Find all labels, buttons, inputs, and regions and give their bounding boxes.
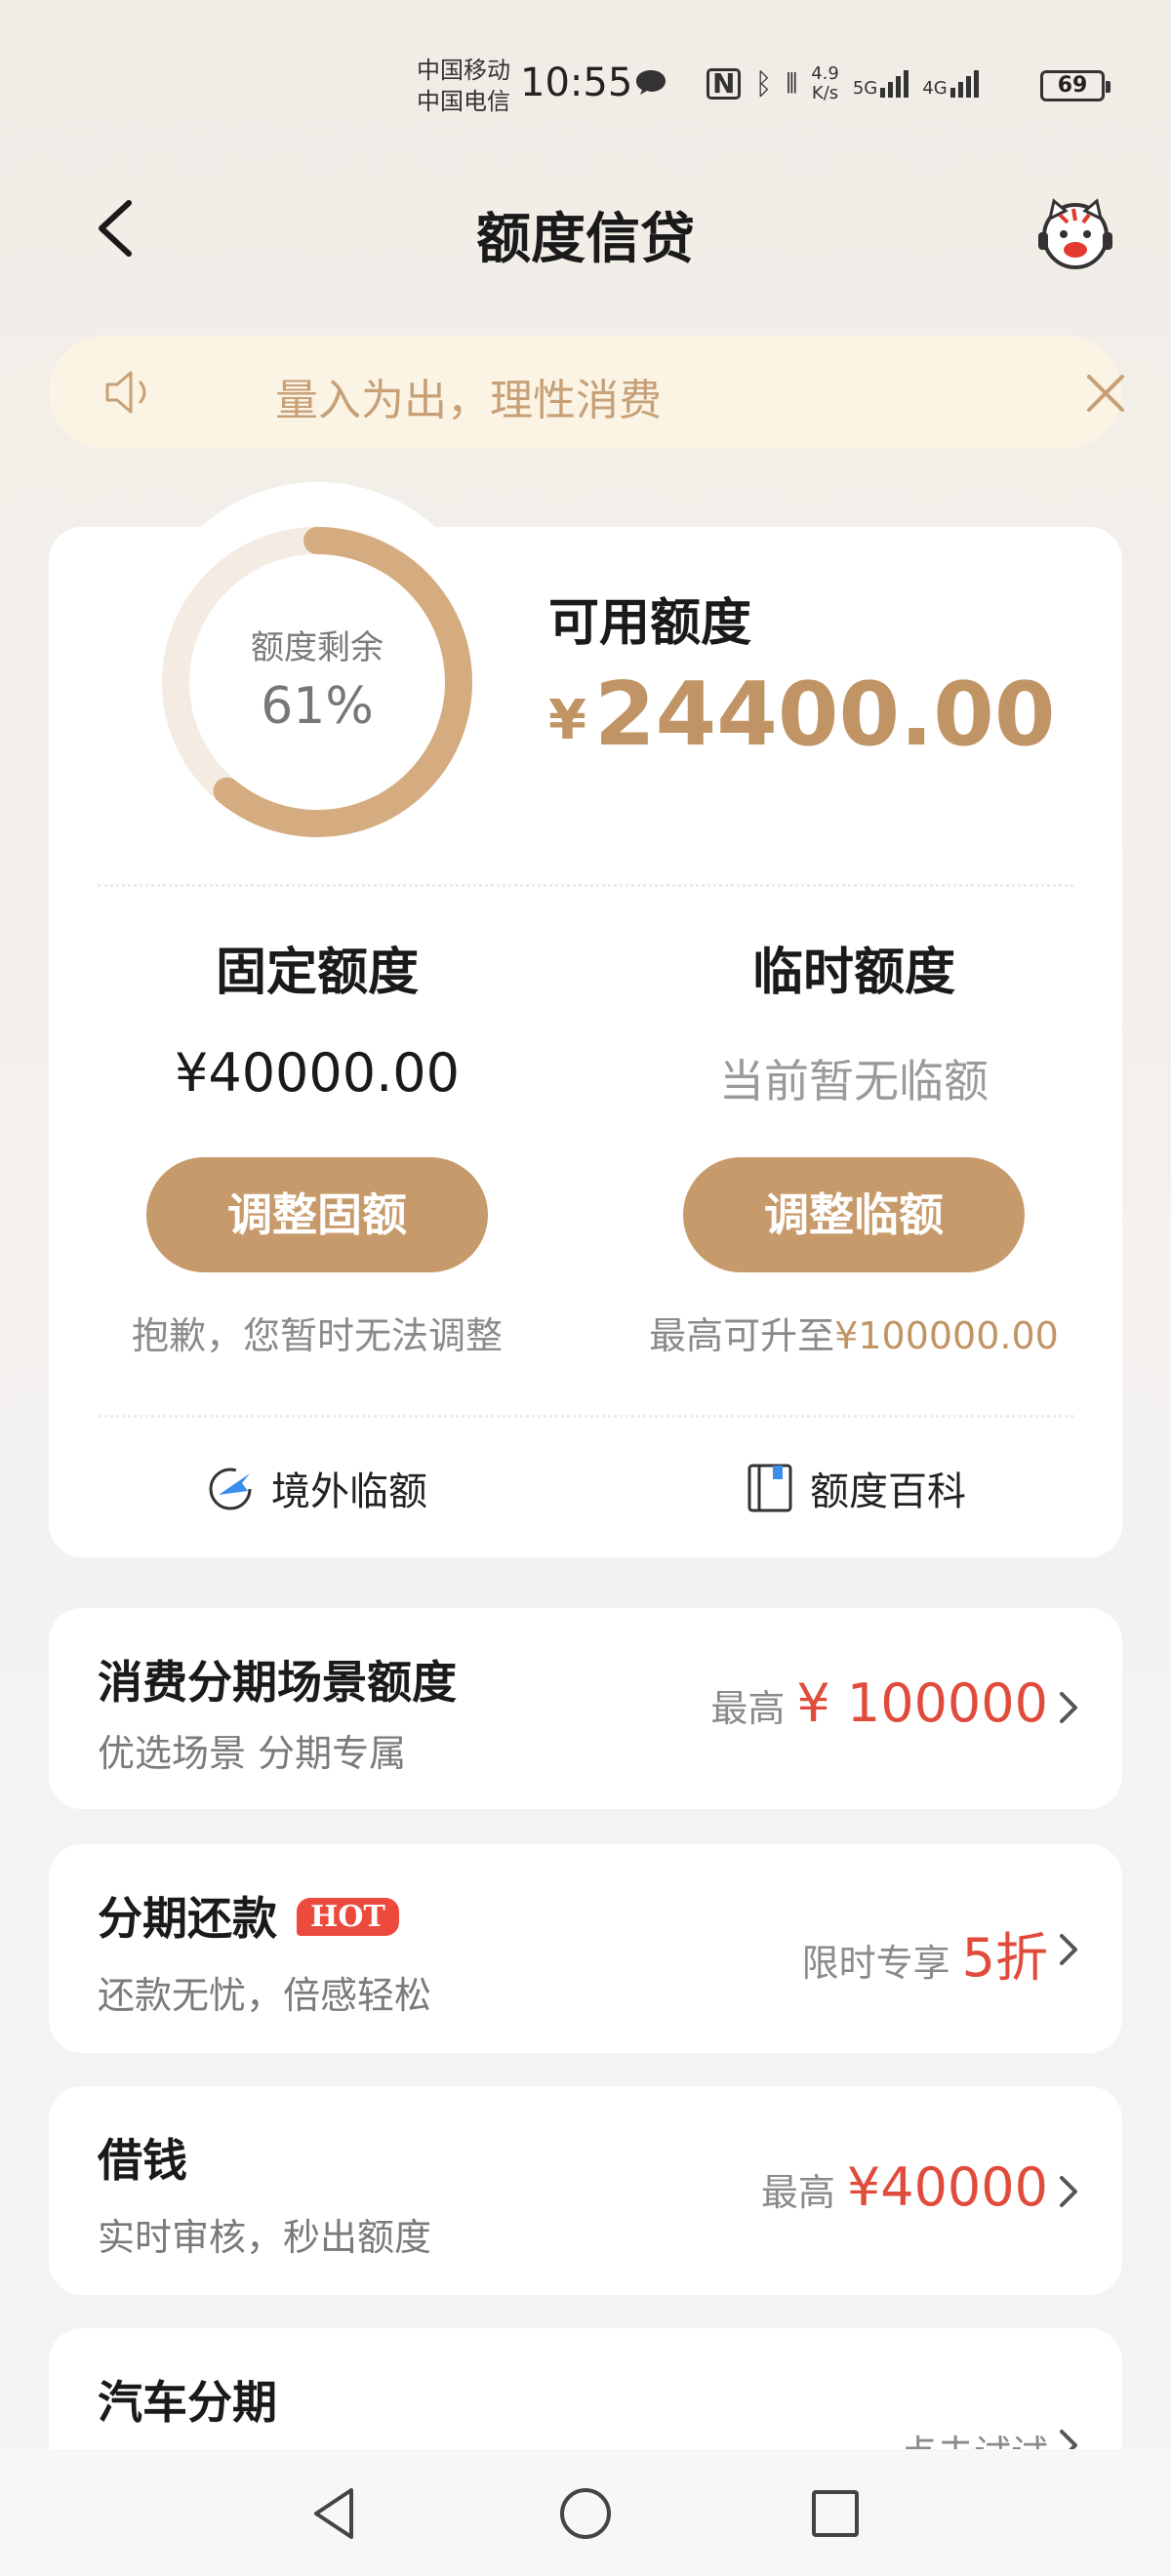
ring-percent: 61% <box>261 677 374 736</box>
app-header: 额度信贷 <box>0 176 1171 283</box>
temp-limit-note-prefix: 最高可升至 <box>649 1314 835 1357</box>
currency-symbol: ¥ <box>548 689 586 752</box>
borrow-money-card[interactable]: 借钱 实时审核，秒出额度 最高 ¥40000 <box>49 2086 1122 2295</box>
carrier-2: 中国电信 <box>417 88 510 115</box>
message-icon <box>636 70 666 95</box>
signal-5g-icon: 5G <box>853 70 909 98</box>
item-right-value: 最高 ¥ 100000 <box>710 1672 1048 1734</box>
chevron-right-icon <box>1060 2176 1077 2207</box>
temp-limit-title-text: 临时额度 <box>751 944 955 1002</box>
fixed-limit-note: 抱歉，您暂时无法调整 <box>102 1306 532 1359</box>
item-prefix: 限时专享 <box>801 1942 950 1985</box>
system-icons: N ᛒ ⫴ 4.9 K/s 5G 4G <box>707 62 979 105</box>
temp-limit-amount-text: 当前暂无临额 <box>719 1055 989 1107</box>
item-subtitle: 优选场景 分期专属 <box>98 1732 407 1775</box>
signal-4g-icon: 4G <box>922 70 979 98</box>
nav-home-icon[interactable] <box>554 2482 617 2545</box>
status-bar: 中国移动 中国电信 10:55 N ᛒ ⫴ 4.9 K/s 5G 4G 69 <box>0 0 1171 146</box>
page-title: 额度信贷 <box>476 208 695 271</box>
customer-service-mascot-icon[interactable] <box>1034 193 1116 275</box>
available-credit-value: 24400.00 <box>593 664 1056 766</box>
available-credit-label: 可用额度 <box>548 594 752 653</box>
item-title: 汽车分期 <box>98 2376 277 2429</box>
notice-bar: 量入为出，理性消费 <box>49 336 1124 449</box>
net-speed: 4.9 K/s <box>811 63 839 103</box>
overseas-temp-limit-label: 境外临额 <box>271 1469 427 1514</box>
close-icon[interactable] <box>1081 369 1130 418</box>
item-title: 分期还款 <box>98 1892 277 1945</box>
nav-recents-icon[interactable] <box>804 2482 867 2545</box>
item-prefix: 最高 <box>760 2171 835 2214</box>
fixed-limit-title: 固定额度 <box>102 931 532 1004</box>
book-icon <box>747 1464 792 1512</box>
speaker-icon <box>105 371 146 414</box>
installment-repayment-card[interactable]: 分期还款 HOT 还款无忧，倍感轻松 限时专享 5折 <box>49 1844 1122 2053</box>
chevron-right-icon <box>1060 1934 1077 1965</box>
fixed-limit-amount-text: ¥40000.00 <box>174 1042 461 1104</box>
item-right-value: 最高 ¥40000 <box>761 2156 1048 2218</box>
temp-limit-title: 临时额度 <box>639 931 1069 1004</box>
notice-text: 量入为出，理性消费 <box>275 376 662 425</box>
item-title-row: 分期还款 HOT <box>98 1883 399 1948</box>
plane-globe-icon <box>209 1468 252 1510</box>
nfc-icon: N <box>707 68 742 100</box>
credit-wiki-link[interactable]: 额度百科 <box>744 1454 966 1522</box>
carrier-labels: 中国移动 中国电信 <box>417 55 510 117</box>
item-title: 消费分期场景额度 <box>98 1656 457 1709</box>
fixed-limit-note-text: 抱歉，您暂时无法调整 <box>131 1314 503 1357</box>
overseas-temp-limit-link[interactable]: 境外临额 <box>205 1454 427 1522</box>
nav-back-icon[interactable] <box>304 2482 367 2545</box>
fixed-limit-amount: ¥40000.00 <box>102 1042 532 1104</box>
item-value: ¥40000 <box>846 2156 1048 2218</box>
ring-label: 额度剩余 <box>251 628 384 667</box>
temp-limit-note-value: ¥100000.00 <box>834 1314 1059 1357</box>
adjust-temp-limit-button[interactable]: 调整临额 <box>683 1157 1025 1272</box>
fixed-limit-title-text: 固定额度 <box>215 944 419 1002</box>
credit-wiki-label: 额度百科 <box>810 1469 966 1514</box>
battery-icon: 69 <box>1040 70 1110 101</box>
carrier-1: 中国移动 <box>417 57 510 84</box>
bluetooth-icon: ᛒ <box>754 66 773 101</box>
divider <box>98 884 1073 887</box>
installment-scene-limit-card[interactable]: 消费分期场景额度 优选场景 分期专属 最高 ¥ 100000 <box>49 1608 1122 1809</box>
temp-limit-amount: 当前暂无临额 <box>639 1046 1069 1110</box>
divider <box>98 1415 1073 1418</box>
item-right-value: 限时专享 5折 <box>802 1914 1048 1992</box>
item-title: 借钱 <box>98 2134 187 2187</box>
clock: 10:55 <box>520 60 633 105</box>
item-subtitle: 实时审核，秒出额度 <box>98 2216 432 2259</box>
hot-badge: HOT <box>297 1898 399 1936</box>
item-value: ¥ 100000 <box>796 1672 1048 1734</box>
available-credit-amount: ¥24400.00 <box>548 664 1056 766</box>
vibrate-icon: ⫴ <box>786 67 798 100</box>
system-nav-bar <box>0 2449 1171 2576</box>
chevron-right-icon <box>1060 1692 1077 1723</box>
item-value: 5折 <box>961 1927 1048 1989</box>
temp-limit-note: 最高可升至¥100000.00 <box>625 1306 1083 1359</box>
adjust-fixed-limit-button[interactable]: 调整固额 <box>146 1157 488 1272</box>
item-subtitle: 还款无忧，倍感轻松 <box>98 1974 432 2017</box>
item-prefix: 最高 <box>710 1687 786 1730</box>
